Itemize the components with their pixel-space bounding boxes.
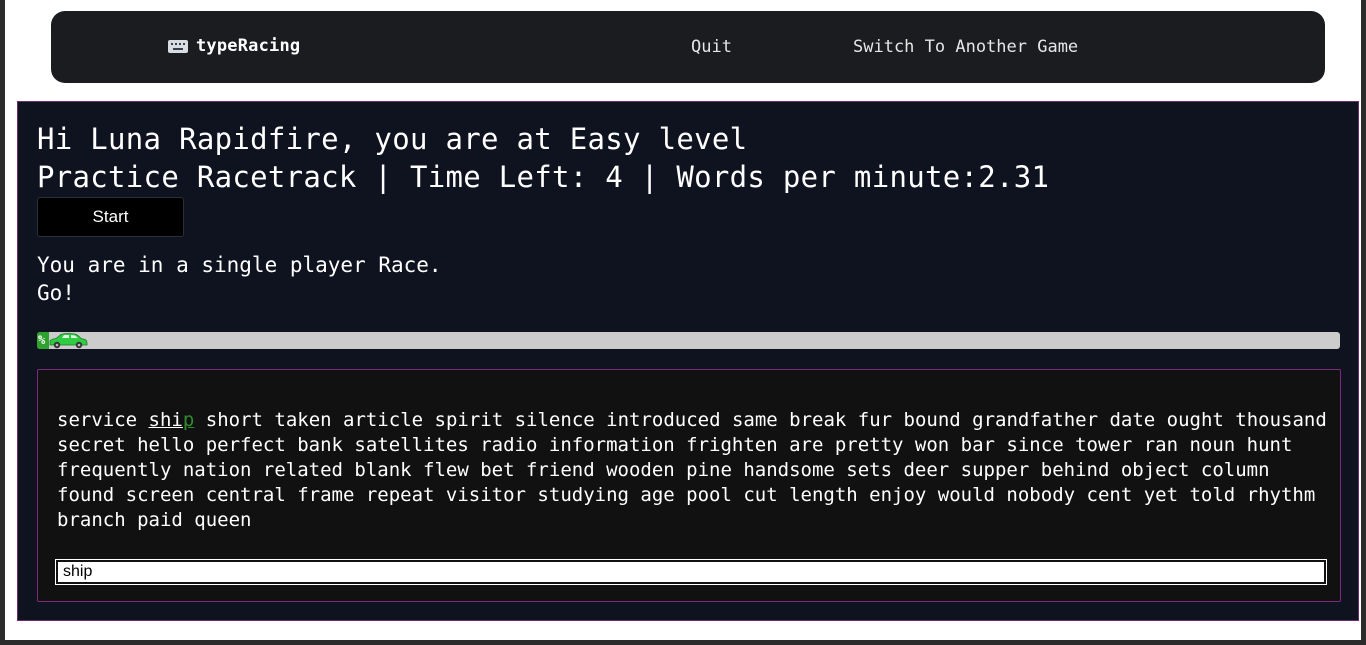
current-word-remaining: p (182, 409, 195, 431)
race-progress-track: % (37, 332, 1340, 349)
current-word: ship (149, 409, 195, 431)
race-car-icon (49, 333, 88, 349)
typing-input[interactable] (55, 559, 1327, 585)
progress-percent-label: % (38, 333, 46, 347)
track-info-heading: Practice Racetrack | Time Left: 4 | Word… (37, 160, 1050, 194)
navbar: typeRacing Quit Switch To Another Game (51, 11, 1325, 83)
greeting-heading: Hi Luna Rapidfire, you are at Easy level (37, 122, 748, 156)
quit-link[interactable]: Quit (691, 37, 732, 57)
passage-before-current: service (57, 409, 138, 431)
passage-after-current: short taken article spirit silence intro… (57, 409, 1327, 531)
game-panel: Hi Luna Rapidfire, you are at Easy level… (17, 101, 1359, 621)
typing-text-box: service ship short taken article spirit … (37, 369, 1341, 602)
current-word-typed: shi (148, 409, 183, 431)
race-mode-text: You are in a single player Race. (37, 253, 442, 277)
brand-label: typeRacing (196, 36, 301, 56)
passage-text: service ship short taken article spirit … (57, 408, 1327, 533)
race-go-text: Go! (37, 281, 75, 305)
page-frame: typeRacing Quit Switch To Another Game H… (5, 0, 1361, 640)
brand[interactable]: typeRacing (168, 36, 300, 56)
switch-game-link[interactable]: Switch To Another Game (853, 37, 1078, 57)
keyboard-icon (168, 39, 188, 53)
start-button[interactable]: Start (37, 197, 184, 237)
